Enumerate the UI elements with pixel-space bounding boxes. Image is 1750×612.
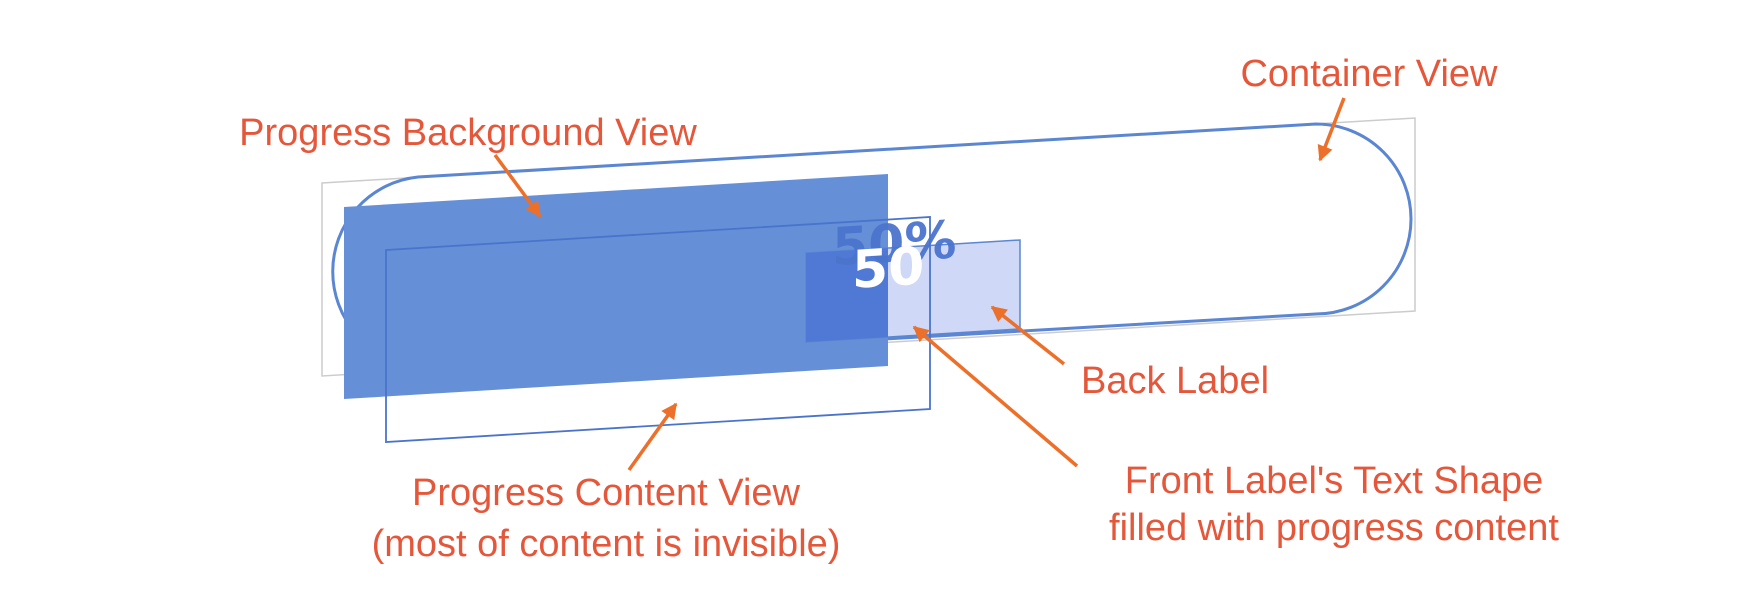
label-front-label-line2: filled with progress content <box>1109 507 1559 549</box>
front-label-text-shape: 50 <box>852 237 924 301</box>
label-front-label-line1: Front Label's Text Shape <box>1125 460 1543 502</box>
arrow-front-label-text-shape <box>912 325 1079 468</box>
arrow-container-view <box>1317 97 1346 162</box>
label-container-view: Container View <box>1240 53 1498 95</box>
arrow-progress-content-view <box>627 402 678 472</box>
label-progress-content-view-line1: Progress Content View <box>412 472 800 514</box>
layer-stack-diagram: 50% 50 Container View Progress Backgroun… <box>239 53 1559 565</box>
label-progress-content-view-line2: (most of content is invisible) <box>372 523 841 565</box>
label-progress-background-view: Progress Background View <box>239 112 697 154</box>
label-back-label: Back Label <box>1081 360 1269 402</box>
